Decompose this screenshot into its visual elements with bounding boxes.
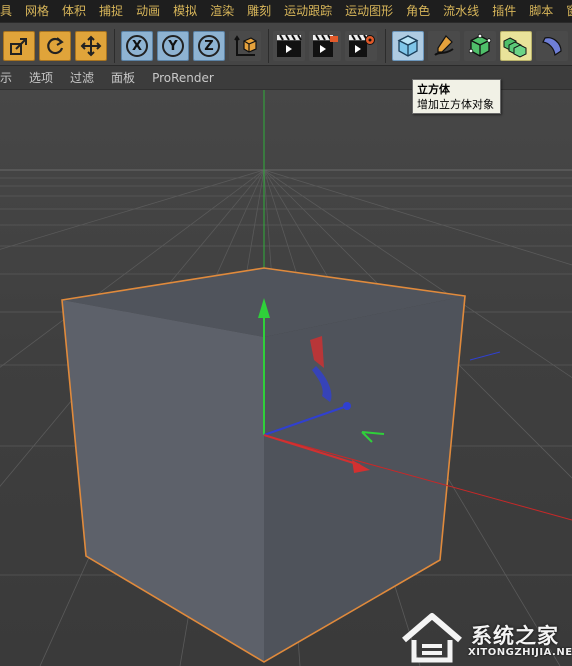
pen-tool-button[interactable]: [428, 31, 460, 61]
toolbar-separator: [385, 29, 386, 63]
z-axis-icon: Z: [198, 35, 220, 57]
cube-object-button[interactable]: [392, 31, 424, 61]
tooltip-title: 立方体: [417, 83, 450, 96]
deformer-button[interactable]: [536, 31, 568, 61]
toolbar: X Y Z: [0, 22, 572, 66]
coordinate-system-icon: [234, 35, 257, 56]
menu-item-window[interactable]: 窗口: [559, 0, 572, 22]
perspective-viewport[interactable]: [0, 90, 572, 666]
menu-item-volume[interactable]: 体积: [55, 0, 92, 22]
toolbar-separator: [268, 29, 269, 63]
z-gizmo-handle[interactable]: [343, 402, 351, 410]
viewport-menu-options[interactable]: 选项: [20, 69, 61, 86]
deformer-icon: [542, 37, 562, 57]
viewport-menu-panel[interactable]: 面板: [102, 69, 143, 86]
menu-item-mesh[interactable]: 网格: [18, 0, 55, 22]
cube-icon: [397, 35, 419, 57]
menu-item-snap[interactable]: 捕捉: [92, 0, 129, 22]
cloner-button[interactable]: [500, 31, 532, 61]
pen-icon: [434, 35, 454, 56]
scale-icon: [10, 38, 27, 55]
menu-item-sculpt[interactable]: 雕刻: [240, 0, 277, 22]
render-picture-viewer-icon: [313, 34, 338, 57]
scale-tool-button[interactable]: [3, 31, 35, 61]
move-icon: [80, 35, 102, 57]
render-view-icon: [277, 34, 302, 57]
menu-item-plugins[interactable]: 插件: [485, 0, 522, 22]
rotate-icon: [47, 37, 64, 55]
menu-item-mograph[interactable]: 运动图形: [338, 0, 399, 22]
watermark-name: 系统之家: [471, 624, 559, 648]
toolbar-separator: [114, 29, 115, 63]
z-axis-line: [469, 351, 501, 361]
site-watermark: 系统之家 XITONGZHIJIA.NET: [398, 604, 572, 666]
rotate-tool-button[interactable]: [39, 31, 71, 61]
subdivision-icon: [468, 33, 492, 57]
menu-item-pipeline[interactable]: 流水线: [436, 0, 485, 22]
render-picture-viewer-button[interactable]: [309, 31, 341, 61]
menu-item-character[interactable]: 角色: [399, 0, 436, 22]
menu-item-animate[interactable]: 动画: [129, 0, 166, 22]
z-axis-lock-button[interactable]: Z: [193, 31, 225, 61]
cloner-icon: [503, 37, 527, 58]
x-axis-lock-button[interactable]: X: [121, 31, 153, 61]
render-settings-button[interactable]: [345, 31, 377, 61]
cube-left-face: [62, 300, 264, 662]
render-settings-icon: [349, 34, 375, 57]
menu-bar: 具 网格 体积 捕捉 动画 模拟 渲染 雕刻 运动跟踪 运动图形 角色 流水线 …: [0, 0, 572, 22]
house-logo-icon: [402, 613, 462, 663]
cinema4d-window: 具 网格 体积 捕捉 动画 模拟 渲染 雕刻 运动跟踪 运动图形 角色 流水线 …: [0, 0, 572, 666]
move-tool-button[interactable]: [75, 31, 107, 61]
y-axis-icon: Y: [162, 35, 184, 57]
y-axis-lock-button[interactable]: Y: [157, 31, 189, 61]
viewport-menu-prorender[interactable]: ProRender: [143, 71, 222, 85]
menu-item-motion-tracking[interactable]: 运动跟踪: [277, 0, 338, 22]
tooltip-description: 增加立方体对象: [417, 98, 494, 111]
watermark-url: XITONGZHIJIA.NET: [468, 647, 572, 658]
render-view-button[interactable]: [273, 31, 305, 61]
viewport-scene: [0, 90, 572, 666]
coordinate-system-button[interactable]: [229, 31, 261, 61]
subdivision-surface-button[interactable]: [464, 31, 496, 61]
x-axis-icon: X: [126, 35, 148, 57]
menu-item-simulate[interactable]: 模拟: [166, 0, 203, 22]
menu-item-render[interactable]: 渲染: [203, 0, 240, 22]
menu-item-tools[interactable]: 具: [0, 0, 18, 22]
viewport-menu-filter[interactable]: 过滤: [61, 69, 102, 86]
cube-tooltip: 立方体 增加立方体对象: [412, 79, 501, 114]
menu-item-script[interactable]: 脚本: [522, 0, 559, 22]
viewport-menu-display[interactable]: 示: [0, 69, 20, 86]
